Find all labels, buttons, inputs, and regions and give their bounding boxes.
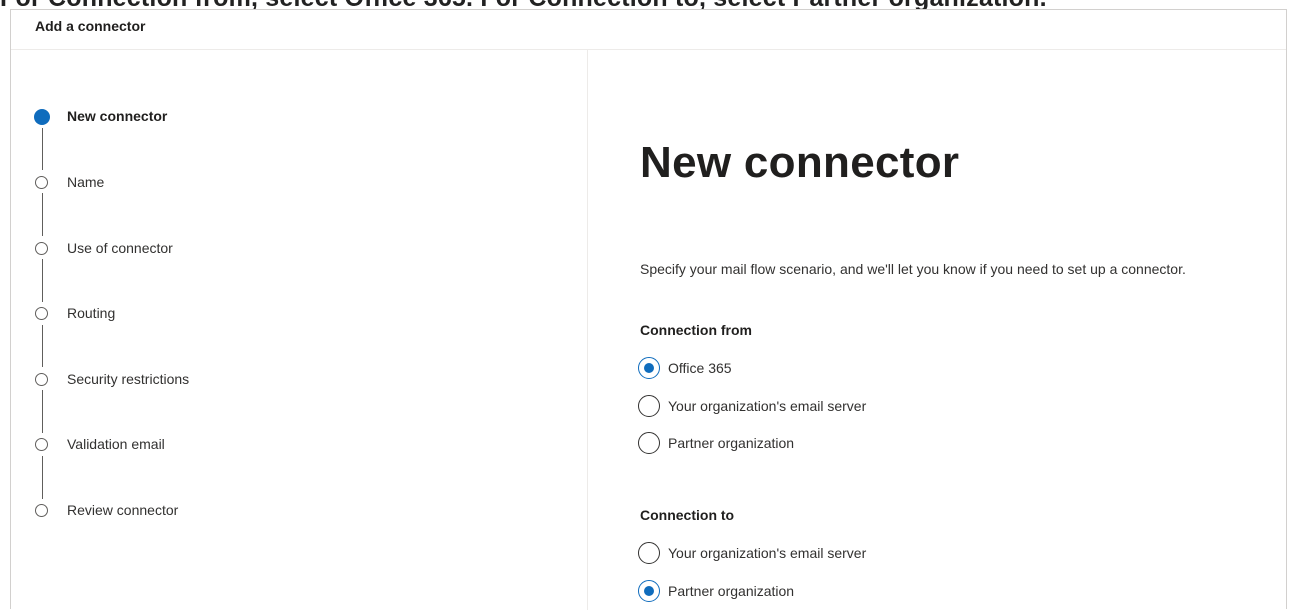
connection-to-label: Connection to	[640, 507, 735, 523]
add-connector-panel: Add a connector New connector Name Use o…	[10, 9, 1288, 610]
step-connector-line	[42, 128, 43, 170]
panel-header: Add a connector	[11, 10, 1286, 50]
panel-title: Add a connector	[35, 18, 146, 34]
step-pending-icon	[35, 438, 48, 451]
radio-label: Office 365	[668, 360, 732, 376]
step-connector-line	[42, 390, 43, 433]
radio-label: Your organization's email server	[668, 398, 867, 414]
step-current-icon	[34, 109, 50, 125]
step-connector-line	[42, 193, 43, 236]
step-connector-line	[42, 325, 43, 367]
wizard-steps: New connector Name Use of connector Rout…	[11, 50, 587, 610]
radio-selected-icon[interactable]	[638, 580, 660, 602]
scenario-description: Specify your mail flow scenario, and we'…	[640, 261, 1186, 277]
radio-label: Partner organization	[668, 435, 795, 451]
radio-label: Your organization's email server	[668, 545, 867, 561]
radio-selected-icon[interactable]	[638, 357, 660, 379]
step-label: Validation email	[67, 436, 165, 452]
radio-label: Partner organization	[668, 583, 795, 599]
page-title: New connector	[640, 138, 960, 187]
radio-unselected-icon[interactable]	[638, 432, 660, 454]
radio-unselected-icon[interactable]	[638, 395, 660, 417]
step-label: Use of connector	[67, 240, 173, 256]
connection-from-label: Connection from	[640, 322, 752, 338]
step-label: Name	[67, 174, 105, 190]
step-connector-line	[42, 259, 43, 302]
step-pending-icon	[35, 373, 48, 386]
step-label: Review connector	[67, 502, 179, 518]
step-pending-icon	[35, 242, 48, 255]
step-pending-icon	[35, 176, 48, 189]
step-label: Routing	[67, 305, 116, 321]
radio-unselected-icon[interactable]	[638, 542, 660, 564]
wizard-content: New connector Specify your mail flow sce…	[588, 50, 1288, 610]
step-connector-line	[42, 456, 43, 499]
step-label: New connector	[67, 108, 168, 124]
step-pending-icon	[35, 504, 48, 517]
step-label: Security restrictions	[67, 371, 190, 387]
step-pending-icon	[35, 307, 48, 320]
